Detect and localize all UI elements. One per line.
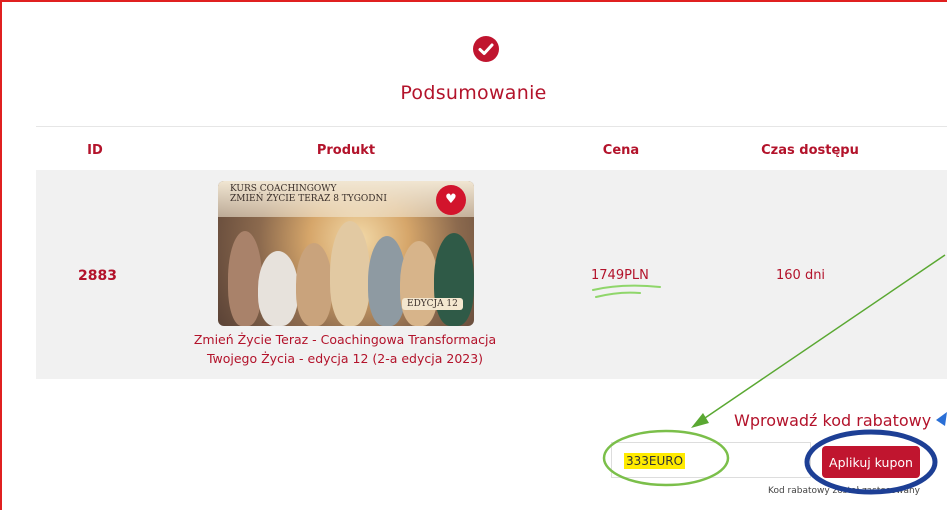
price-underline-annotation [592,284,661,298]
coupon-circle-annotation [602,429,730,487]
blue-arrow-head-annotation [936,412,947,426]
annotation-overlay [592,254,947,495]
arrow-line-annotation [701,254,946,421]
arrow-head-annotation [691,413,709,428]
button-circle-annotation [804,429,938,495]
